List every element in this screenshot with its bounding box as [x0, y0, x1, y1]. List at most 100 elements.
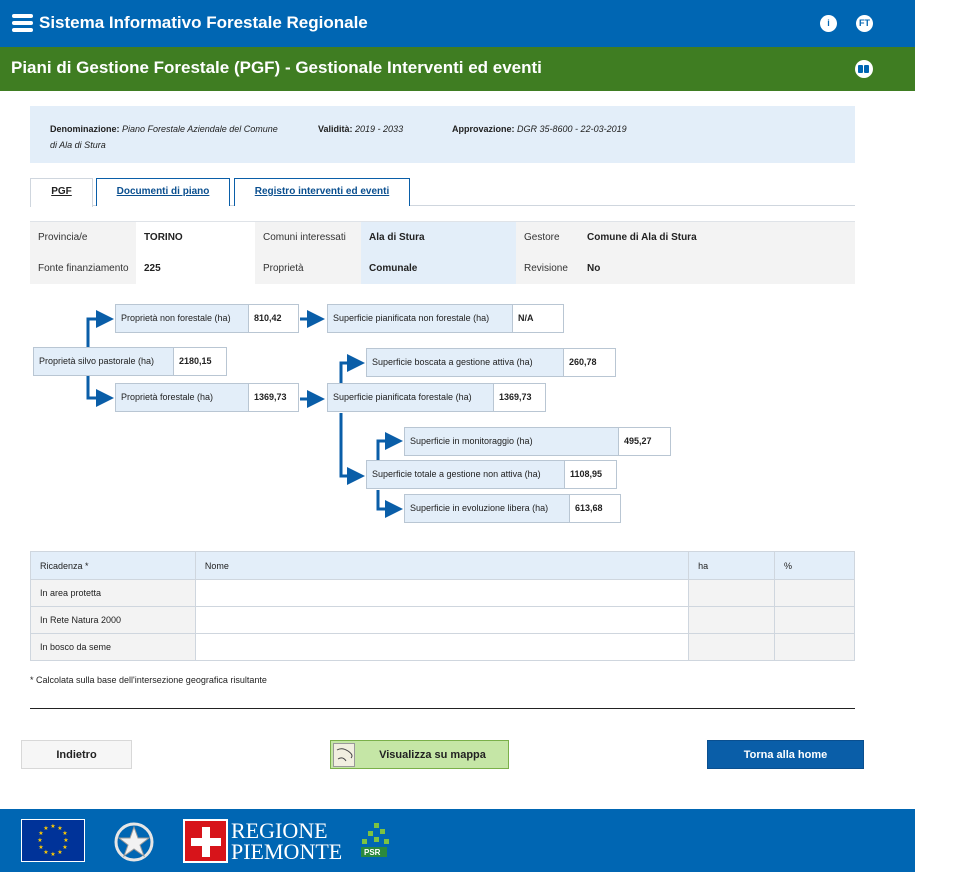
ricadenza-footnote: * Calcolata sulla base dell'intersezione…	[30, 675, 267, 685]
fonte-finanziamento-label: Fonte finanziamento	[30, 253, 136, 284]
fonte-finanziamento-value: 225	[136, 253, 255, 284]
eu-flag-icon: ★ ★ ★ ★ ★ ★ ★ ★ ★ ★ ★ ★	[21, 819, 85, 862]
tab-bar: PGF Documenti di piano Registro interven…	[30, 178, 855, 207]
table-header-row: Ricadenza * Nome ha %	[30, 551, 855, 580]
denominazione-value: Piano Forestale Aziendale del Comune	[122, 124, 278, 134]
table-row: In bosco da seme	[30, 633, 855, 661]
table-cell	[774, 606, 855, 634]
row-label: In Rete Natura 2000	[30, 606, 196, 634]
row-label: In bosco da seme	[30, 633, 196, 661]
denominazione-block: Denominazione: Piano Forestale Aziendale…	[50, 121, 278, 153]
flow-label: Proprietà forestale (ha)	[116, 384, 248, 411]
flow-evoluzione-libera: Superficie in evoluzione libera (ha) 613…	[404, 494, 621, 523]
svg-text:★: ★	[50, 823, 55, 830]
regione-piemonte-logo: REGIONE PIEMONTE	[231, 818, 342, 863]
app-title: Sistema Informativo Forestale Regionale	[39, 13, 368, 32]
ricadenza-table: Ricadenza * Nome ha % In area protetta I…	[30, 551, 855, 661]
view-on-map-label: Visualizza su mappa	[379, 749, 486, 761]
gestore-value: Comune di Ala di Stura	[579, 222, 855, 253]
page-title: Piani di Gestione Forestale (PGF) - Gest…	[11, 58, 542, 77]
column-header: Nome	[194, 551, 690, 580]
flow-value: 1369,73	[493, 384, 545, 411]
table-cell	[194, 579, 690, 607]
flow-non-forestale: Proprietà non forestale (ha) 810,42	[115, 304, 299, 333]
map-thumbnail-icon	[333, 743, 355, 767]
svg-text:★: ★	[43, 849, 48, 856]
column-header: Ricadenza *	[30, 551, 196, 580]
arrow-to-forestale	[86, 376, 114, 407]
svg-text:★: ★	[62, 844, 67, 851]
table-cell	[194, 606, 690, 634]
flow-value: N/A	[512, 305, 563, 332]
properties-grid: Provincia/e TORINO Comuni interessati Al…	[30, 221, 855, 284]
validita-value: 2019 - 2033	[355, 124, 404, 134]
flow-boscata-attiva: Superficie boscata a gestione attiva (ha…	[366, 348, 616, 377]
arrow-to-boscata-attiva	[339, 354, 365, 384]
flow-non-attiva: Superficie totale a gestione non attiva …	[366, 460, 617, 489]
flow-value: 2180,15	[173, 348, 226, 375]
column-header: %	[774, 551, 855, 580]
flow-label: Superficie boscata a gestione attiva (ha…	[367, 349, 563, 376]
flow-silvo-pastorale: Proprietà silvo pastorale (ha) 2180,15	[33, 347, 227, 376]
top-bar: Sistema Informativo Forestale Regionale …	[0, 0, 915, 47]
flow-label: Superficie pianificata forestale (ha)	[328, 384, 493, 411]
row-label: In area protetta	[30, 579, 196, 607]
table-row: In area protetta	[30, 579, 855, 607]
flow-value: 613,68	[569, 495, 620, 522]
home-button[interactable]: Torna alla home	[707, 740, 864, 769]
flow-value: 810,42	[248, 305, 298, 332]
approvazione-value: DGR 35-8600 - 22-03-2019	[517, 124, 627, 134]
hamburger-menu-icon[interactable]	[12, 14, 33, 32]
svg-text:★: ★	[38, 844, 43, 851]
flow-value: 260,78	[563, 349, 615, 376]
user-avatar[interactable]: FT	[856, 15, 873, 32]
italian-republic-emblem-icon	[113, 821, 155, 863]
piemonte-flag-icon	[183, 819, 228, 863]
flow-label: Proprietà non forestale (ha)	[116, 305, 248, 332]
flow-label: Superficie totale a gestione non attiva …	[367, 461, 564, 488]
flow-value: 495,27	[618, 428, 670, 455]
back-button[interactable]: Indietro	[21, 740, 132, 769]
proprieta-value: Comunale	[361, 253, 516, 284]
view-on-map-button[interactable]: Visualizza su mappa	[330, 740, 509, 769]
arrow-to-non-attiva	[339, 413, 365, 485]
validita-label: Validità:	[318, 124, 353, 134]
flow-pianificata-forestale: Superficie pianificata forestale (ha) 13…	[327, 383, 546, 412]
svg-text:★: ★	[43, 825, 48, 832]
manual-book-icon[interactable]	[855, 60, 873, 78]
flow-label: Superficie pianificata non forestale (ha…	[328, 305, 512, 332]
tab-pgf[interactable]: PGF	[30, 178, 93, 207]
approvazione-block: Approvazione: DGR 35-8600 - 22-03-2019	[452, 121, 627, 137]
proprieta-label: Proprietà	[255, 253, 361, 284]
table-cell	[688, 633, 776, 661]
table-cell	[688, 579, 776, 607]
arrow-to-non-forestale	[86, 310, 114, 347]
provincia-value: TORINO	[136, 222, 255, 253]
info-icon[interactable]: i	[820, 15, 837, 32]
gestore-label: Gestore	[516, 222, 579, 253]
denominazione-label: Denominazione:	[50, 124, 120, 134]
arrow-to-monitoraggio	[376, 432, 403, 462]
region-line-1: REGIONE	[231, 818, 328, 843]
approvazione-label: Approvazione:	[452, 124, 515, 134]
tab-registro-interventi[interactable]: Registro interventi ed eventi	[234, 178, 410, 206]
footer: ★ ★ ★ ★ ★ ★ ★ ★ ★ ★ ★ ★ REGIONE PIEMONTE PSR	[0, 809, 915, 872]
flow-monitoraggio: Superficie in monitoraggio (ha) 495,27	[404, 427, 671, 456]
table-row: In Rete Natura 2000	[30, 606, 855, 634]
provincia-label: Provincia/e	[30, 222, 136, 253]
plan-info-panel: Denominazione: Piano Forestale Aziendale…	[30, 106, 855, 163]
table-cell	[194, 633, 690, 661]
svg-text:★: ★	[63, 837, 68, 844]
revisione-label: Revisione	[516, 253, 579, 284]
table-cell	[774, 579, 855, 607]
flow-pianificata-non-forestale: Superficie pianificata non forestale (ha…	[327, 304, 564, 333]
arrow-to-evoluzione-libera	[376, 490, 403, 518]
psr-logo-icon: PSR	[358, 821, 394, 861]
divider	[30, 708, 855, 709]
flow-forestale: Proprietà forestale (ha) 1369,73	[115, 383, 299, 412]
validita-block: Validità: 2019 - 2033	[318, 121, 403, 137]
page-header: Piani di Gestione Forestale (PGF) - Gest…	[0, 47, 915, 91]
flow-value: 1369,73	[248, 384, 298, 411]
tab-documenti-di-piano[interactable]: Documenti di piano	[96, 178, 230, 206]
table-cell	[688, 606, 776, 634]
